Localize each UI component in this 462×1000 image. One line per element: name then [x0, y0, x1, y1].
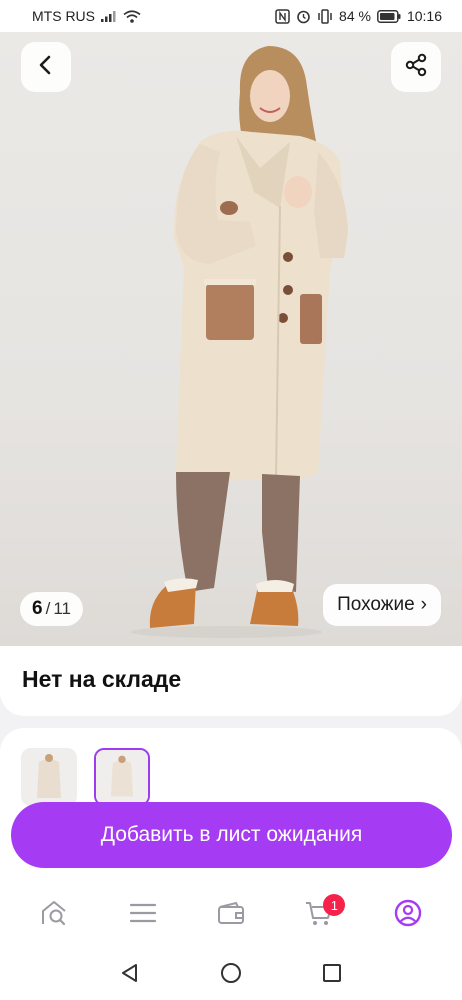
- stock-status: Нет на складе: [22, 666, 182, 692]
- share-button[interactable]: [391, 42, 441, 92]
- variant-thumbnail[interactable]: [21, 748, 77, 806]
- bottom-navigation: 1: [0, 880, 462, 950]
- nfc-icon: [275, 8, 290, 24]
- nav-catalog[interactable]: [113, 890, 173, 940]
- product-photo: [130, 46, 348, 638]
- nav-wallet[interactable]: [201, 890, 261, 940]
- system-navigation-bar: [0, 950, 462, 1000]
- back-button[interactable]: [21, 42, 71, 92]
- cart-count-badge: 1: [323, 894, 346, 916]
- wallet-icon: [216, 900, 246, 931]
- alarm-icon: [296, 9, 311, 24]
- photo-counter: 6 / 11: [20, 592, 83, 626]
- similar-products-label: Похожие: [337, 594, 415, 615]
- system-recents-button[interactable]: [312, 955, 352, 995]
- stock-status-card: Нет на складе: [0, 646, 462, 716]
- chevron-right-icon: ›: [420, 594, 427, 615]
- product-page: MTS RUS 84 % 10:16 6 / 11 Похожие › Нет …: [0, 0, 462, 1000]
- photo-counter-current: 6: [32, 598, 43, 619]
- photo-counter-total: 11: [53, 599, 71, 618]
- profile-icon: [393, 898, 423, 933]
- wifi-icon: [123, 9, 141, 23]
- similar-products-button[interactable]: Похожие ›: [323, 584, 441, 626]
- signal-icon: [101, 10, 117, 22]
- product-photo-gallery[interactable]: 6 / 11 Похожие ›: [0, 32, 462, 646]
- share-icon: [404, 53, 428, 82]
- variant-thumbnail-image: [96, 750, 148, 804]
- nav-home[interactable]: [24, 890, 84, 940]
- vibrate-icon: [317, 8, 333, 24]
- system-home-button[interactable]: [211, 955, 251, 995]
- carrier-name: MTS RUS: [32, 8, 95, 24]
- nav-cart[interactable]: 1: [289, 890, 349, 940]
- battery-percent: 84 %: [339, 8, 371, 24]
- square-recents-icon: [321, 962, 343, 989]
- variant-thumbnail-selected[interactable]: [94, 748, 150, 806]
- add-to-waitlist-button[interactable]: Добавить в лист ожидания: [11, 802, 452, 868]
- circle-home-icon: [219, 961, 243, 990]
- system-back-button[interactable]: [110, 955, 150, 995]
- battery-icon: [377, 9, 401, 23]
- home-search-icon: [39, 898, 69, 933]
- nav-profile[interactable]: [378, 890, 438, 940]
- triangle-back-icon: [119, 962, 141, 989]
- photo-counter-separator: /: [45, 599, 51, 618]
- back-arrow-icon: [35, 54, 57, 81]
- variant-thumbnail-image: [21, 748, 77, 806]
- status-bar: MTS RUS 84 % 10:16: [0, 0, 462, 32]
- menu-icon: [129, 901, 157, 930]
- clock: 10:16: [406, 8, 442, 24]
